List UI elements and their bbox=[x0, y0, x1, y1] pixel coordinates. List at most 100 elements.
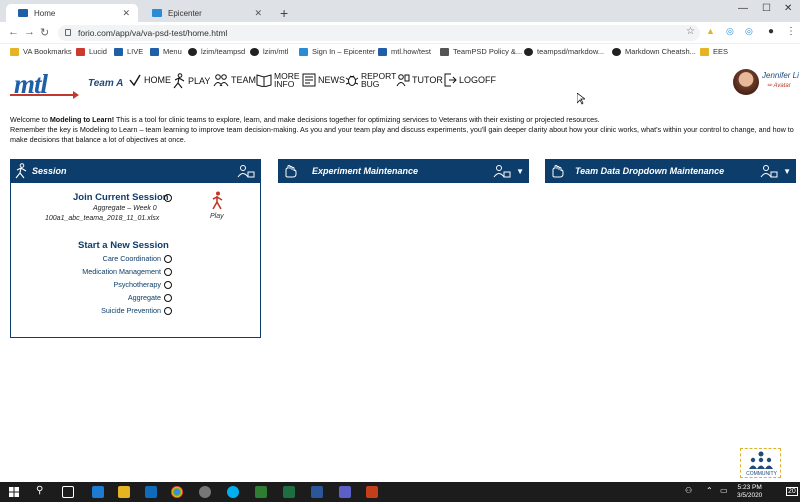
session-option-radio[interactable] bbox=[164, 307, 172, 315]
maximize-icon[interactable]: ☐ bbox=[762, 3, 771, 14]
logo-underline bbox=[10, 94, 76, 96]
tray-arrow-icon[interactable]: ⌃ bbox=[706, 486, 713, 495]
app-icon[interactable] bbox=[199, 486, 211, 498]
word-icon[interactable] bbox=[311, 486, 323, 498]
play-runner-icon[interactable] bbox=[211, 191, 225, 211]
experiment-panel-header[interactable]: Experiment Maintenance ▼ bbox=[278, 159, 529, 183]
community-button[interactable]: COMMUNITY bbox=[740, 448, 781, 478]
outlook-icon[interactable] bbox=[145, 486, 157, 498]
mtl-icon bbox=[114, 47, 123, 56]
teams-icon[interactable] bbox=[339, 486, 351, 498]
forward-icon[interactable]: → bbox=[24, 26, 35, 38]
avatar[interactable] bbox=[733, 69, 759, 95]
logoff-icon bbox=[444, 73, 457, 87]
folder-icon bbox=[700, 47, 709, 56]
bookmark-item[interactable]: VA Bookmarks bbox=[10, 47, 72, 56]
experiment-panel-title: Experiment Maintenance bbox=[312, 166, 419, 176]
people-icon[interactable]: ⚇ bbox=[685, 486, 692, 495]
hand-icon bbox=[285, 165, 297, 178]
runner-icon bbox=[173, 73, 185, 89]
user-settings-icon bbox=[760, 165, 778, 178]
powerpoint-icon[interactable] bbox=[366, 486, 378, 498]
nav-report-bug[interactable]: REPORT BUG bbox=[345, 72, 396, 88]
nav-team[interactable]: TEAM bbox=[213, 73, 256, 87]
bookmark-item[interactable]: Markdown Cheatsh... bbox=[612, 47, 696, 56]
bookmark-item[interactable]: lzim/teampsd bbox=[188, 47, 245, 56]
reload-icon[interactable]: ↻ bbox=[40, 26, 49, 39]
bookmarks-bar: VA Bookmarks Lucid LIVE Menu lzim/teamps… bbox=[0, 44, 800, 61]
session-option-radio[interactable] bbox=[164, 294, 172, 302]
extension-icon[interactable]: ▲ bbox=[706, 26, 715, 36]
nav-tutor[interactable]: TUTOR bbox=[396, 73, 443, 87]
session-option-label[interactable]: Aggregate bbox=[51, 293, 161, 302]
close-icon[interactable]: ✕ bbox=[254, 8, 262, 19]
globe-icon[interactable]: ◎ bbox=[745, 26, 753, 37]
minimize-icon[interactable]: — bbox=[738, 3, 748, 14]
windows-start-icon[interactable] bbox=[9, 487, 19, 497]
nav-home[interactable]: HOME bbox=[128, 73, 171, 87]
close-icon[interactable]: ✕ bbox=[122, 8, 130, 19]
tab-home[interactable]: Home ✕ bbox=[6, 4, 138, 22]
session-option-label[interactable]: Suicide Prevention bbox=[51, 306, 161, 315]
app-page: mtl Team A HOME PLAY TEAM MORE INFO NEWS … bbox=[0, 61, 800, 482]
session-option-label[interactable]: Care Coordination bbox=[51, 254, 161, 263]
bookmark-item[interactable]: TeamPSD Policy &... bbox=[440, 47, 522, 56]
bookmark-item[interactable]: Lucid bbox=[76, 47, 107, 56]
search-icon[interactable]: ⚲ bbox=[36, 485, 43, 496]
runner-icon bbox=[15, 163, 27, 179]
chevron-down-icon[interactable]: ▼ bbox=[783, 167, 791, 176]
session-option-radio[interactable] bbox=[164, 255, 172, 263]
window-close-icon[interactable]: ✕ bbox=[784, 3, 792, 14]
skype-icon[interactable] bbox=[227, 486, 239, 498]
taskbar-clock[interactable]: 5:23 PM 3/5/2020 bbox=[737, 484, 762, 500]
avatar-link[interactable]: ✏ Avatar bbox=[767, 82, 791, 89]
bookmark-item[interactable]: Menu bbox=[150, 47, 182, 56]
mtl-icon bbox=[150, 47, 159, 56]
welcome-text: Welcome to Modeling to Learn! This is a … bbox=[10, 115, 794, 144]
edge-icon[interactable] bbox=[92, 486, 104, 498]
task-view-icon[interactable] bbox=[62, 486, 74, 498]
session-option-radio[interactable] bbox=[164, 281, 172, 289]
user-name: Jennifer Li bbox=[762, 71, 799, 80]
address-bar[interactable]: forio.com/app/va/va-psd-test/home.html bbox=[58, 25, 700, 41]
new-tab-button[interactable]: + bbox=[280, 5, 288, 21]
join-session-file: 100a1_abc_teama_2018_11_01.xlsx bbox=[45, 215, 160, 222]
join-session-radio[interactable] bbox=[164, 194, 172, 202]
notification-icon[interactable]: 20 bbox=[786, 487, 798, 496]
calculator-icon[interactable] bbox=[255, 486, 267, 498]
news-icon bbox=[302, 73, 316, 87]
profile-icon[interactable]: ● bbox=[768, 26, 774, 37]
tab-epicenter[interactable]: Epicenter ✕ bbox=[140, 4, 270, 22]
policy-icon bbox=[440, 47, 449, 56]
network-icon[interactable]: ▭ bbox=[720, 486, 728, 495]
bookmark-item[interactable]: LIVE bbox=[114, 47, 143, 56]
team-icon bbox=[213, 74, 229, 87]
session-option-label[interactable]: Psychotherapy bbox=[51, 280, 161, 289]
excel-icon[interactable] bbox=[283, 486, 295, 498]
team-data-panel-header[interactable]: Team Data Dropdown Maintenance ▼ bbox=[545, 159, 796, 183]
bookmark-item[interactable]: mtl.how/test bbox=[378, 47, 431, 56]
nav-more-info[interactable]: MORE INFO bbox=[256, 72, 300, 88]
tab-epicenter-label: Epicenter bbox=[168, 8, 202, 18]
menu-dots-icon[interactable]: ⋮ bbox=[786, 26, 796, 37]
nav-play[interactable]: PLAY bbox=[172, 73, 210, 89]
nav-news[interactable]: NEWS bbox=[302, 73, 345, 87]
nav-logoff[interactable]: LOGOFF bbox=[443, 73, 496, 87]
bookmark-item[interactable]: teampsd/markdow... bbox=[524, 47, 604, 56]
play-label[interactable]: Play bbox=[210, 213, 224, 220]
session-panel-header[interactable]: Session bbox=[10, 159, 261, 183]
mtl-icon bbox=[378, 47, 387, 56]
lock-icon bbox=[65, 29, 71, 36]
chrome-icon[interactable] bbox=[171, 486, 183, 498]
session-option-label[interactable]: Medication Management bbox=[51, 267, 161, 276]
globe-icon[interactable]: ◎ bbox=[726, 26, 734, 37]
bookmark-item[interactable]: EES bbox=[700, 47, 728, 56]
star-icon[interactable]: ☆ bbox=[686, 26, 695, 37]
file-explorer-icon[interactable] bbox=[118, 486, 130, 498]
bookmark-item[interactable]: Sign In – Epicenter bbox=[299, 47, 375, 56]
chevron-down-icon[interactable]: ▼ bbox=[516, 167, 524, 176]
book-icon bbox=[256, 74, 272, 87]
bookmark-item[interactable]: lzim/mtl bbox=[250, 47, 288, 56]
back-icon[interactable]: ← bbox=[8, 26, 19, 38]
session-option-radio[interactable] bbox=[164, 268, 172, 276]
